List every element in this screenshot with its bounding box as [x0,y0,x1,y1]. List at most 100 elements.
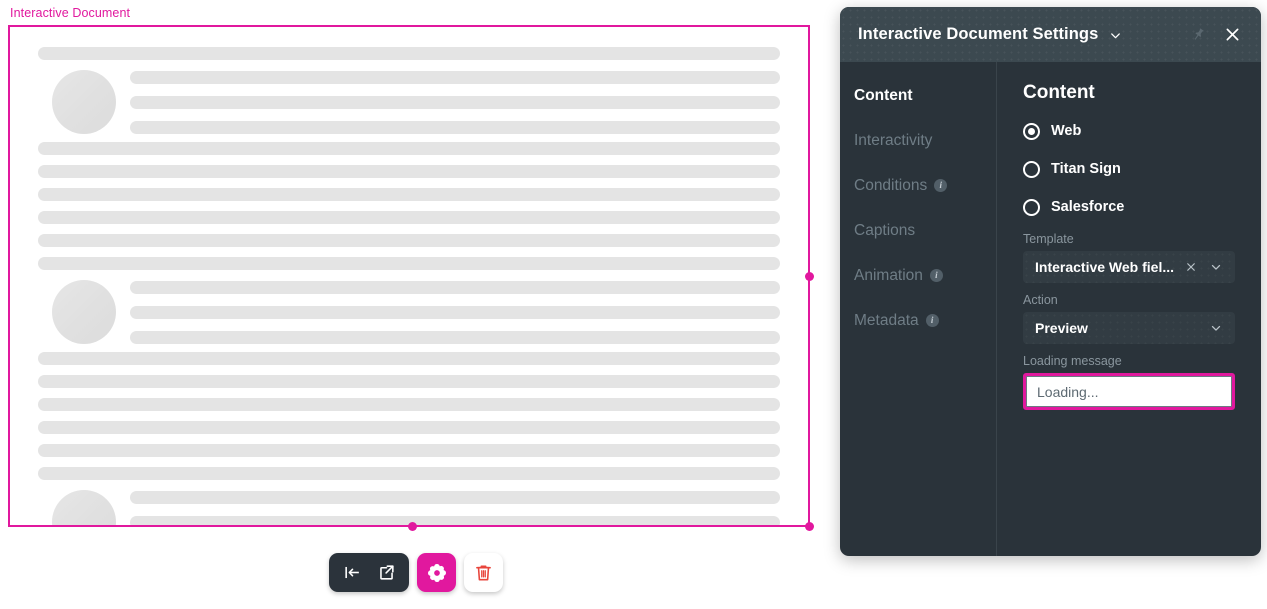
widget-toolbar [329,553,503,592]
action-select[interactable]: Preview [1023,312,1235,344]
skeleton-line [38,47,780,60]
template-select-value: Interactive Web fiel... [1035,259,1175,275]
gear-icon [426,562,448,584]
align-left-icon [343,563,362,582]
panel-title: Interactive Document Settings [858,25,1098,44]
skeleton-avatar-block [52,70,780,134]
document-canvas: Interactive Document [0,0,838,609]
radio-unchecked-icon [1023,199,1040,216]
nav-item-label: Animation [854,267,923,285]
content-heading: Content [1023,82,1235,104]
skeleton-line [38,375,780,388]
skeleton-line [130,96,780,109]
skeleton-line [130,71,780,84]
radio-checked-icon [1023,123,1040,140]
skeleton-line [38,352,780,365]
skeleton-line [38,142,780,155]
nav-item-conditions[interactable]: Conditions i [854,172,996,199]
external-link-icon [377,563,396,582]
template-caret-button[interactable] [1207,259,1225,275]
skeleton-avatar-block [52,490,780,527]
radio-option-titan-sign[interactable]: Titan Sign [1023,156,1235,182]
skeleton-line [130,281,780,294]
toolbar-pill-group [329,553,409,592]
info-icon[interactable]: i [926,314,939,327]
skeleton-line [38,165,780,178]
radio-option-web[interactable]: Web [1023,118,1235,144]
nav-item-label: Conditions [854,177,927,195]
radio-option-label: Web [1051,123,1081,139]
pin-panel-button[interactable] [1185,22,1211,48]
skeleton-line [38,467,780,480]
settings-button[interactable] [417,553,456,592]
resize-handle-bottom[interactable] [408,522,417,531]
info-icon[interactable]: i [930,269,943,282]
skeleton-line [38,211,780,224]
action-select-value: Preview [1035,320,1199,336]
skeleton-line [130,491,780,504]
nav-item-captions[interactable]: Captions [854,217,996,244]
skeleton-line [38,444,780,457]
nav-item-interactivity[interactable]: Interactivity [854,127,996,154]
nav-item-label: Interactivity [854,132,932,150]
settings-panel: Interactive Document Settings [840,7,1261,556]
close-icon [1223,25,1242,44]
interactive-document-widget[interactable] [8,25,810,527]
close-panel-button[interactable] [1219,22,1245,48]
action-field-label: Action [1023,293,1235,307]
action-caret-button[interactable] [1207,320,1225,336]
template-field-label: Template [1023,232,1235,246]
radio-option-salesforce[interactable]: Salesforce [1023,194,1235,220]
radio-option-label: Titan Sign [1051,161,1121,177]
selection-label: Interactive Document [10,6,130,20]
skeleton-line [130,306,780,319]
skeleton-line [130,121,780,134]
document-skeleton-placeholder [10,27,808,527]
nav-item-metadata[interactable]: Metadata i [854,307,996,334]
skeleton-avatar [52,490,116,527]
template-clear-button[interactable] [1183,259,1199,275]
info-icon[interactable]: i [934,179,947,192]
snap-left-button[interactable] [338,559,366,586]
chevron-down-icon[interactable] [1108,28,1123,43]
skeleton-line [38,234,780,247]
panel-content-pane: Content Web Titan Sign Salesforce Template… [997,62,1261,556]
panel-header: Interactive Document Settings [840,7,1261,62]
template-select[interactable]: Interactive Web fiel... [1023,251,1235,283]
loading-message-label: Loading message [1023,354,1235,368]
pin-icon [1190,26,1207,43]
loading-message-input[interactable] [1026,376,1232,407]
skeleton-line [38,421,780,434]
skeleton-line [130,331,780,344]
panel-nav: Content Interactivity Conditions i Captions A… [840,62,997,556]
skeleton-avatar [52,70,116,134]
resize-handle-right[interactable] [805,272,814,281]
skeleton-line-group [130,71,780,134]
delete-button[interactable] [464,553,503,592]
radio-option-label: Salesforce [1051,199,1124,215]
panel-body: Content Interactivity Conditions i Captions A… [840,62,1261,556]
skeleton-line [38,188,780,201]
trash-icon [473,562,494,583]
chevron-down-icon [1209,260,1223,274]
nav-item-animation[interactable]: Animation i [854,262,996,289]
skeleton-line [130,516,780,528]
skeleton-line-group [130,491,780,528]
loading-message-field-wrapper [1023,373,1235,410]
radio-unchecked-icon [1023,161,1040,178]
skeleton-line [38,398,780,411]
skeleton-line [38,257,780,270]
nav-item-label: Metadata [854,312,919,330]
open-in-new-window-button[interactable] [372,559,400,586]
nav-item-label: Captions [854,222,915,240]
chevron-down-icon [1209,321,1223,335]
nav-item-content[interactable]: Content [854,82,996,109]
resize-handle-bottom-right[interactable] [805,522,814,531]
app-stage: Interactive Document [0,0,1267,609]
nav-item-label: Content [854,87,913,105]
skeleton-avatar-block [52,280,780,344]
source-radio-group: Web Titan Sign Salesforce [1023,118,1235,220]
close-icon [1185,261,1197,273]
skeleton-avatar [52,280,116,344]
skeleton-line-group [130,281,780,344]
